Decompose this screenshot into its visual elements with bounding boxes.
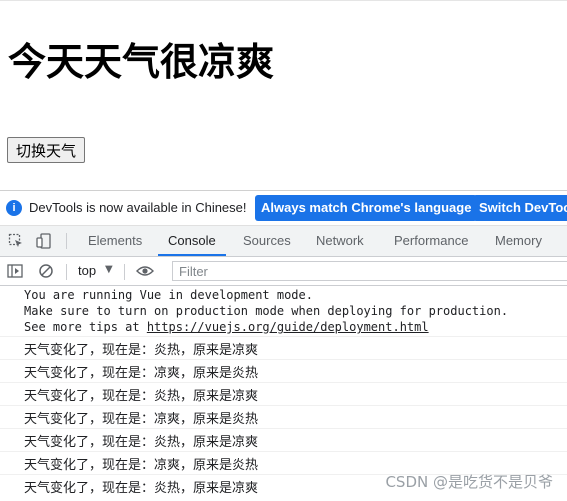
- console-message-line: Make sure to turn on production mode whe…: [24, 304, 509, 318]
- console-log-row: 天气变化了，现在是：炎热，原来是凉爽: [0, 382, 567, 405]
- log-text: 天气变化了，现在是：凉爽，原来是炎热: [24, 458, 259, 473]
- device-toolbar-icon[interactable]: [36, 233, 52, 249]
- always-match-language-button[interactable]: Always match Chrome's language: [255, 195, 478, 221]
- tab-sources[interactable]: Sources: [243, 226, 291, 256]
- devtools-tabbar: Elements Console Sources Network Perform…: [0, 226, 567, 257]
- vue-deployment-link[interactable]: https://vuejs.org/guide/deployment.html: [147, 320, 429, 334]
- console-output: You are running Vue in development mode.…: [0, 287, 567, 501]
- live-expression-eye-icon[interactable]: [136, 263, 154, 279]
- console-log-row: 天气变化了，现在是：凉爽，原来是炎热: [0, 405, 567, 428]
- switch-to-chinese-button[interactable]: Switch DevTools to Chinese: [473, 195, 567, 221]
- context-selector[interactable]: top: [78, 263, 96, 278]
- toolbar-divider: [124, 264, 125, 280]
- toolbar-divider: [66, 233, 67, 249]
- chevron-down-icon[interactable]: ▼: [105, 264, 113, 275]
- console-toolbar: top ▼: [0, 257, 567, 286]
- log-text: 天气变化了，现在是：炎热，原来是凉爽: [24, 481, 259, 496]
- console-log-row: 天气变化了，现在是：凉爽，原来是炎热: [0, 359, 567, 382]
- inspect-element-icon[interactable]: [8, 233, 24, 249]
- log-text: 天气变化了，现在是：炎热，原来是凉爽: [24, 343, 259, 358]
- tab-memory[interactable]: Memory: [495, 226, 542, 256]
- console-message-line: See more tips at https://vuejs.org/guide…: [24, 319, 429, 335]
- console-message-line: You are running Vue in development mode.: [24, 288, 313, 302]
- language-infobar: i DevTools is now available in Chinese! …: [0, 191, 567, 226]
- csdn-watermark: CSDN @是吃货不是贝爷: [385, 473, 553, 491]
- console-log-row: 天气变化了，现在是：炎热，原来是凉爽: [0, 336, 567, 359]
- tab-network[interactable]: Network: [316, 226, 364, 256]
- weather-heading: 今天天气很凉爽: [8, 40, 275, 84]
- console-message-text: See more tips at: [24, 320, 147, 334]
- info-icon: i: [6, 200, 22, 216]
- infobar-message: DevTools is now available in Chinese!: [29, 200, 247, 215]
- toolbar-divider: [66, 264, 67, 280]
- log-text: 天气变化了，现在是：凉爽，原来是炎热: [24, 412, 259, 427]
- sidebar-toggle-icon[interactable]: [7, 263, 23, 279]
- toggle-weather-button[interactable]: 切换天气: [7, 137, 86, 163]
- tab-elements[interactable]: Elements: [88, 226, 142, 256]
- log-text: 天气变化了，现在是：炎热，原来是凉爽: [24, 389, 259, 404]
- console-filter-input[interactable]: [172, 261, 567, 281]
- devtools-panel: i DevTools is now available in Chinese! …: [0, 190, 567, 501]
- tab-console[interactable]: Console: [158, 226, 226, 256]
- log-text: 天气变化了，现在是：凉爽，原来是炎热: [24, 366, 259, 381]
- clear-console-icon[interactable]: [38, 263, 54, 279]
- log-text: 天气变化了，现在是：炎热，原来是凉爽: [24, 435, 259, 450]
- tab-performance[interactable]: Performance: [394, 226, 468, 256]
- console-log-row: 天气变化了，现在是：炎热，原来是凉爽: [0, 428, 567, 451]
- web-page: 今天天气很凉爽 切换天气: [0, 0, 567, 191]
